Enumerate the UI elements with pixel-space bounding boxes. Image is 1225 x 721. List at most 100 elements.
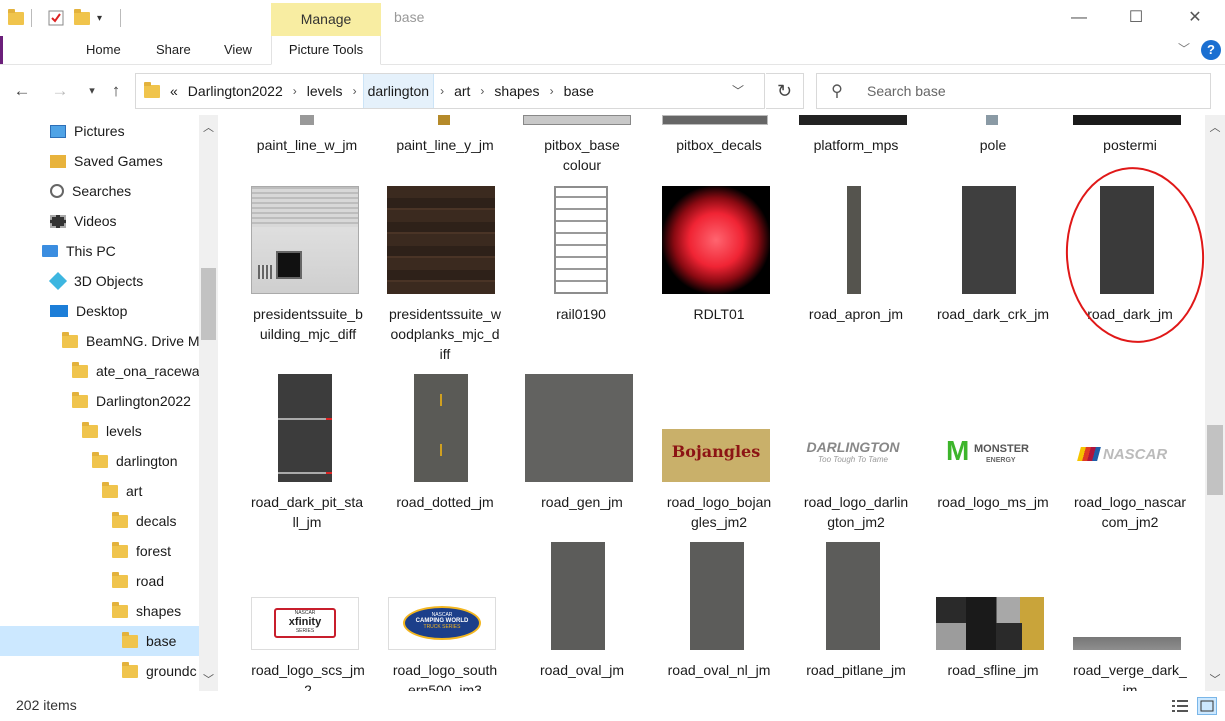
nav-item-beamng[interactable]: BeamNG. Drive M — [62, 326, 200, 356]
logo-text: DARLINGTON — [806, 439, 900, 455]
nav-item-shapes[interactable]: shapes — [112, 596, 181, 626]
file-thumbnail: NASCAR CAMPING WORLD TRUCK SERIES — [388, 597, 496, 650]
scroll-up-icon[interactable]: ︿ — [1205, 119, 1225, 135]
tab-view[interactable]: View — [224, 42, 252, 57]
up-arrow-icon[interactable]: ↑ — [104, 79, 128, 103]
breadcrumb-levels[interactable]: levels — [303, 74, 347, 108]
separator — [120, 8, 121, 28]
nav-item-this-pc[interactable]: This PC — [42, 236, 116, 266]
nav-item-label: 3D Objects — [74, 273, 144, 289]
minimize-button[interactable]: — — [1064, 6, 1094, 30]
nav-item-3d-objects[interactable]: 3D Objects — [48, 266, 144, 296]
chevron-right-icon[interactable]: › — [474, 84, 490, 98]
nav-item-base[interactable]: base — [0, 626, 199, 656]
refresh-icon[interactable]: ↻ — [766, 73, 804, 109]
file-thumbnail — [662, 115, 768, 125]
breadcrumb-darlington[interactable]: darlington — [362, 74, 435, 108]
folder-icon[interactable] — [8, 8, 24, 28]
folder-icon — [102, 481, 118, 498]
address-bar[interactable]: « Darlington2022 › levels › darlington ›… — [135, 73, 765, 109]
nav-item-levels[interactable]: levels — [82, 416, 142, 446]
navigation-pane: Pictures Saved Games Searches Videos Thi… — [0, 115, 218, 691]
maximize-button[interactable]: ☐ — [1121, 6, 1151, 30]
nav-item-label: Saved Games — [74, 153, 163, 169]
back-arrow-icon[interactable]: ← — [10, 79, 34, 103]
expand-ribbon-icon[interactable]: ﹀ — [1178, 40, 1190, 57]
file-name: road_logo_south ern500_jm3 — [392, 662, 498, 691]
tab-share[interactable]: Share — [156, 42, 191, 57]
chevron-right-icon[interactable]: › — [544, 84, 560, 98]
manage-context-tab[interactable]: Manage — [271, 3, 381, 36]
scroll-down-icon[interactable]: ﹀ — [1205, 671, 1225, 687]
file-name: rail0190 — [556, 306, 606, 322]
nav-item-groundcover[interactable]: groundc — [122, 656, 197, 686]
file-name: road_apron_jm — [808, 306, 904, 322]
chevron-right-icon[interactable]: › — [434, 84, 450, 98]
nav-item-art[interactable]: art — [102, 476, 142, 506]
breadcrumb-darlington2022[interactable]: Darlington2022 — [184, 74, 287, 108]
address-dropdown-icon[interactable]: ﹀ — [732, 82, 744, 99]
logo-text: Too Tough To Tame — [818, 455, 888, 464]
breadcrumb-base[interactable]: base — [560, 74, 598, 108]
nav-item-decals[interactable]: decals — [112, 506, 176, 536]
forward-arrow-icon[interactable]: → — [48, 79, 72, 103]
file-name: road_oval_nl_jm — [667, 662, 771, 678]
details-view-icon[interactable] — [1170, 697, 1190, 715]
file-thumbnail — [936, 597, 1044, 650]
nav-item-label: base — [146, 633, 177, 649]
scroll-down-icon[interactable]: ﹀ — [199, 671, 218, 687]
chevron-right-icon[interactable]: › — [347, 84, 363, 98]
file-thumbnail — [525, 374, 633, 482]
file-thumbnail — [554, 186, 608, 294]
breadcrumb-overflow[interactable]: « — [170, 83, 184, 99]
nav-scrollbar[interactable]: ︿ ﹀ — [199, 115, 218, 691]
chevron-right-icon[interactable]: › — [287, 84, 303, 98]
large-icons-view-icon[interactable] — [1197, 697, 1217, 715]
file-name: road_logo_ms_jm — [937, 494, 1049, 510]
nav-item-saved-games[interactable]: Saved Games — [50, 146, 163, 176]
nav-item-forest[interactable]: forest — [112, 536, 171, 566]
customize-toolbar-icon[interactable]: ▾ — [97, 8, 102, 28]
logo-text: ENERGY — [986, 457, 1016, 464]
close-button[interactable]: ✕ — [1180, 6, 1210, 30]
pictures-icon — [50, 124, 66, 138]
nav-item-label: art — [126, 483, 143, 499]
nav-item-label: ate_ona_racewa — [96, 363, 200, 379]
nav-item-desktop[interactable]: Desktop — [50, 296, 127, 326]
file-thumbnail — [826, 542, 880, 650]
logo-text: MONSTER — [974, 443, 1029, 455]
nav-item-videos[interactable]: Videos — [50, 206, 117, 236]
nav-item-road[interactable]: road — [112, 566, 164, 596]
nav-item-searches[interactable]: Searches — [50, 176, 131, 206]
nav-item-pictures[interactable]: Pictures — [50, 116, 125, 146]
file-thumbnail: DARLINGTON Too Tough To Tame — [799, 429, 907, 482]
search-input[interactable]: Search base — [867, 83, 946, 99]
nav-item-label: road — [136, 573, 165, 589]
nav-item-label: Videos — [74, 213, 117, 229]
nav-item-label: darlington — [116, 453, 178, 469]
file-grid: paint_line_w_jm paint_line_y_jm pitbox_b… — [218, 115, 1205, 691]
tab-home[interactable]: Home — [86, 42, 121, 57]
desktop-icon — [50, 305, 68, 317]
scroll-up-icon[interactable]: ︿ — [199, 119, 218, 135]
properties-icon[interactable] — [48, 8, 64, 28]
nav-item-label: groundc — [146, 663, 197, 679]
folder-icon — [62, 331, 78, 348]
folder-icon — [92, 451, 108, 468]
nav-item-darlington2022[interactable]: Darlington2022 — [72, 386, 191, 416]
tab-picture-tools[interactable]: Picture Tools — [271, 36, 381, 65]
file-thumbnail — [278, 374, 332, 482]
scroll-thumb[interactable] — [1207, 425, 1223, 495]
file-thumbnail: NASCAR xfinity SERIES — [251, 597, 359, 650]
help-icon[interactable]: ? — [1201, 40, 1221, 60]
search-box[interactable]: ⚲ Search base — [816, 73, 1211, 109]
recent-locations-icon[interactable]: ▾ — [80, 79, 104, 103]
scroll-thumb[interactable] — [201, 268, 216, 340]
file-thumbnail — [387, 186, 495, 294]
breadcrumb-shapes[interactable]: shapes — [490, 74, 543, 108]
nav-item-ate-ona-raceway[interactable]: ate_ona_racewa — [72, 356, 200, 386]
nav-item-darlington[interactable]: darlington — [92, 446, 178, 476]
breadcrumb-art[interactable]: art — [450, 74, 474, 108]
new-folder-icon[interactable] — [74, 8, 90, 28]
content-scrollbar[interactable]: ︿ ﹀ — [1205, 115, 1225, 691]
